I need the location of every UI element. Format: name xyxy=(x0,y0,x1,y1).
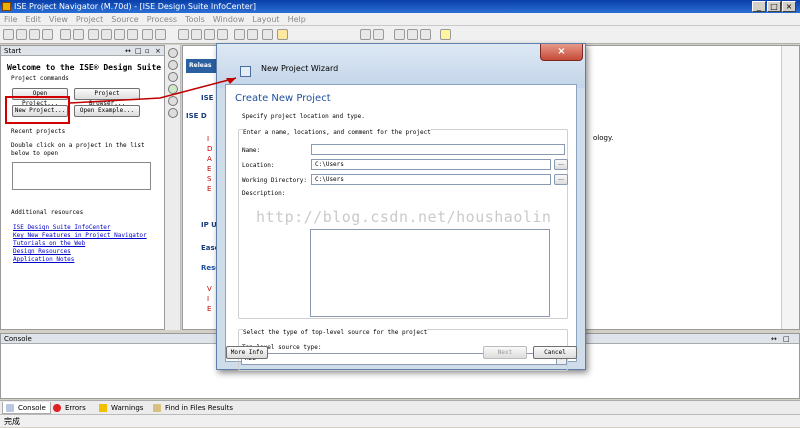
arrow-line xyxy=(69,77,237,104)
watermark: http://blog.csdn.net/houshaolin xyxy=(256,208,552,226)
